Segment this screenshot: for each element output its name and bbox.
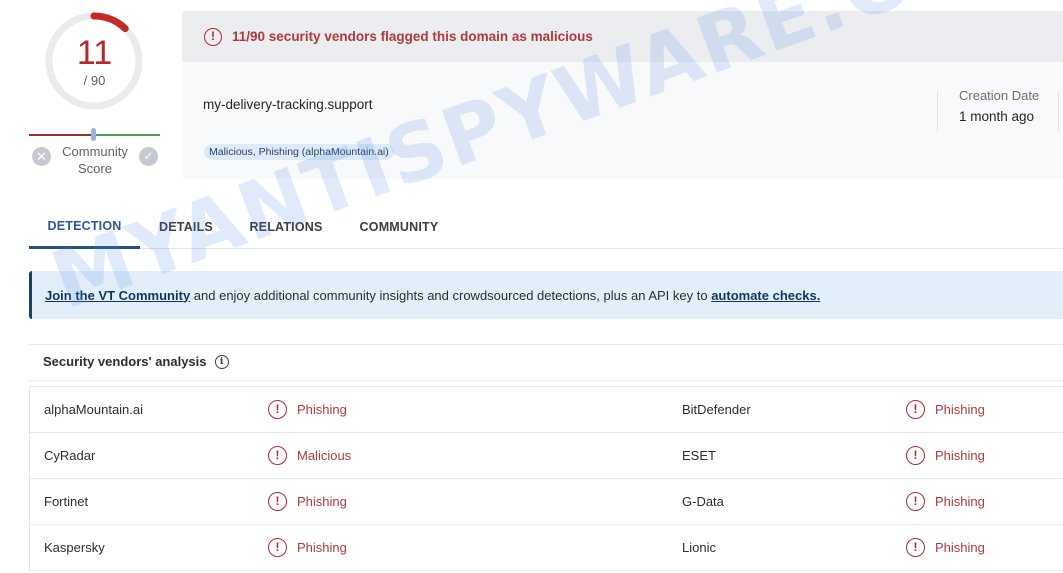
detection-total: / 90 xyxy=(83,73,106,88)
vote-check-icon[interactable]: ✓ xyxy=(139,147,158,166)
meta-divider xyxy=(1058,91,1059,131)
community-score-bar xyxy=(29,128,160,141)
vendor-result: ! Phishing xyxy=(268,525,347,570)
alert-exclamation-icon: ! xyxy=(906,538,925,557)
result-label: Phishing xyxy=(935,448,985,463)
meta-divider xyxy=(937,91,938,131)
result-label: Phishing xyxy=(297,540,347,555)
tab-relations[interactable]: RELATIONS xyxy=(232,205,340,249)
join-community-link[interactable]: Join the VT Community xyxy=(45,288,190,303)
result-label: Malicious xyxy=(297,448,352,463)
tab-community[interactable]: COMMUNITY xyxy=(340,205,458,249)
threat-tag[interactable]: Malicious, Phishing (alphaMountain.ai) xyxy=(204,144,394,160)
vendors-section-title: Security vendors' analysis i xyxy=(43,354,229,369)
vendor-result: ! Phishing xyxy=(906,433,985,478)
vendor-name: Kaspersky xyxy=(44,540,105,555)
creation-date-value: 1 month ago xyxy=(959,109,1035,124)
vendor-name: Fortinet xyxy=(44,494,89,509)
community-banner: Join the VT Community and enjoy addition… xyxy=(29,271,1063,319)
alert-exclamation-icon: ! xyxy=(906,400,925,419)
table-row: Kaspersky ! Phishing Lionic ! Phishing xyxy=(30,525,1063,571)
detection-alert: ! 11/90 security vendors flagged this do… xyxy=(182,11,1063,62)
vendor-name: Lionic xyxy=(682,540,716,555)
vendor-result: ! Phishing xyxy=(906,387,985,432)
alert-exclamation-icon: ! xyxy=(268,492,287,511)
automate-checks-link[interactable]: automate checks. xyxy=(711,288,820,303)
result-label: Phishing xyxy=(935,540,985,555)
result-label: Phishing xyxy=(935,494,985,509)
table-row: alphaMountain.ai ! Phishing BitDefender !… xyxy=(30,387,1063,433)
banner-text: and enjoy additional community insights … xyxy=(190,287,712,303)
community-label-line1: Community xyxy=(62,144,128,159)
detection-count: 11 xyxy=(76,34,113,72)
domain-name: my-delivery-tracking.support xyxy=(203,97,373,112)
alert-exclamation-icon: ! xyxy=(906,492,925,511)
alert-exclamation-icon: ! xyxy=(906,446,925,465)
vendor-result: ! Phishing xyxy=(268,479,347,524)
section-divider xyxy=(29,380,1063,381)
community-score-negative xyxy=(29,134,94,136)
summary-card: ! 11/90 security vendors flagged this do… xyxy=(182,11,1063,179)
alert-exclamation-icon: ! xyxy=(268,538,287,557)
vendor-result: ! Phishing xyxy=(268,387,347,432)
table-row: Fortinet ! Phishing G-Data ! Phishing xyxy=(30,479,1063,525)
vendors-title-text: Security vendors' analysis xyxy=(43,354,207,369)
community-score-positive xyxy=(93,134,160,136)
info-icon[interactable]: i xyxy=(214,354,229,369)
creation-date-label: Creation Date xyxy=(959,88,1040,103)
tab-bar: DETECTION DETAILS RELATIONS COMMUNITY xyxy=(29,205,1063,249)
alert-exclamation-icon: ! xyxy=(268,446,287,465)
alert-text: 11/90 security vendors flagged this doma… xyxy=(232,29,593,44)
vendor-result: ! Phishing xyxy=(906,479,985,524)
vendor-name: G-Data xyxy=(682,494,724,509)
result-label: Phishing xyxy=(935,402,985,417)
gauge-arc xyxy=(90,12,129,33)
vendor-name: ESET xyxy=(682,448,716,463)
vendor-name: alphaMountain.ai xyxy=(44,402,144,417)
vote-harmless-close-icon[interactable]: ✕ xyxy=(32,147,51,166)
vendor-result: ! Malicious xyxy=(268,433,351,478)
vendors-table: alphaMountain.ai ! Phishing BitDefender !… xyxy=(29,386,1063,571)
section-divider xyxy=(29,344,1063,345)
vendor-name: CyRadar xyxy=(44,448,96,463)
alert-exclamation-icon: ! xyxy=(268,400,287,419)
community-score-marker xyxy=(90,128,96,141)
community-label-line2: Score xyxy=(78,161,112,176)
result-label: Phishing xyxy=(297,402,347,417)
result-label: Phishing xyxy=(297,494,347,509)
alert-exclamation-icon: ! xyxy=(204,27,222,46)
tab-details[interactable]: DETAILS xyxy=(140,205,232,249)
community-score-label: Community Score xyxy=(53,143,137,177)
tab-detection[interactable]: DETECTION xyxy=(29,205,140,249)
table-row: CyRadar ! Malicious ESET ! Phishing xyxy=(30,433,1063,479)
vendor-name: BitDefender xyxy=(682,402,751,417)
vendor-result: ! Phishing xyxy=(906,525,985,570)
